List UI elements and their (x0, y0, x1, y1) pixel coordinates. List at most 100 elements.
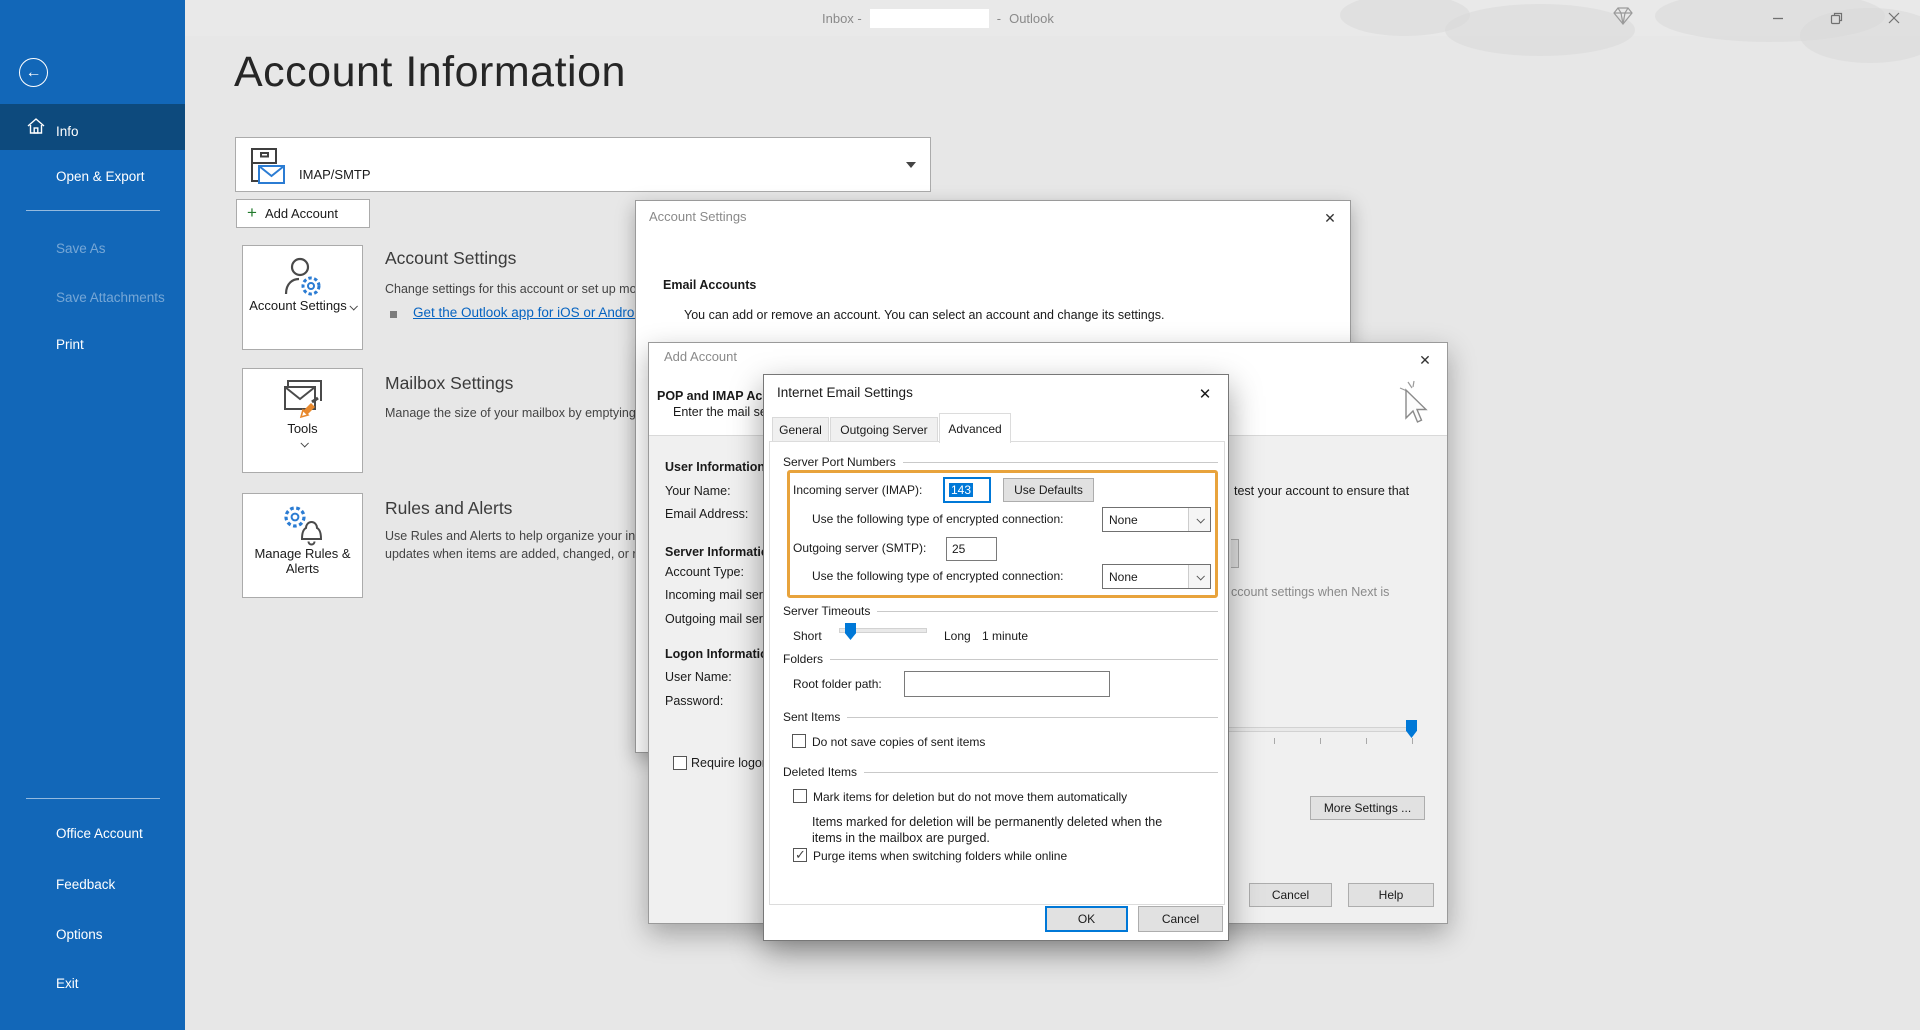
dialog-title: Add Account (664, 349, 737, 364)
dropdown-value: None (1109, 513, 1138, 527)
server-information-label: Server Information (665, 545, 776, 559)
dialog-title: Account Settings (649, 209, 747, 224)
window-title-prefix: Inbox - (822, 11, 862, 26)
page-title: Account Information (234, 48, 626, 97)
close-button[interactable] (1881, 5, 1907, 31)
outgoing-port-input[interactable]: 25 (946, 537, 997, 561)
slider-tick (1412, 738, 1413, 744)
incoming-server-label: Incoming server (IMAP): (793, 483, 922, 497)
close-icon[interactable]: ✕ (1194, 383, 1216, 405)
chevron-down-icon (300, 439, 308, 447)
your-name-label: Your Name: (665, 484, 731, 498)
sidebar-item-options[interactable]: Options (56, 927, 103, 942)
input-value: 25 (952, 542, 965, 556)
tab-general[interactable]: General (772, 417, 829, 442)
email-accounts-heading: Email Accounts (663, 278, 756, 292)
group-caption: Server Timeouts (783, 604, 870, 618)
card-label: Tools (287, 421, 317, 436)
section-heading: Mailbox Settings (385, 373, 513, 394)
sidebar-item-save-as: Save As (56, 241, 106, 256)
chevron-down-icon (1188, 508, 1210, 531)
add-account-button[interactable]: + Add Account (236, 199, 370, 228)
back-button[interactable]: ← (19, 58, 48, 87)
tab-advanced[interactable]: Advanced (939, 413, 1011, 443)
dropdown-caret-icon (906, 162, 916, 168)
manage-rules-card[interactable]: Manage Rules & Alerts (242, 493, 363, 598)
sidebar-item-office-account[interactable]: Office Account (56, 826, 143, 841)
require-spa-checkbox[interactable] (673, 756, 687, 770)
dialog-title: Internet Email Settings (777, 385, 913, 400)
email-address-label: Email Address: (665, 507, 748, 521)
group-caption: Folders (783, 652, 823, 666)
password-label: Password: (665, 694, 723, 708)
restore-button[interactable] (1823, 5, 1849, 31)
group-caption: Deleted Items (783, 765, 857, 779)
root-folder-input[interactable] (904, 671, 1110, 697)
account-settings-card[interactable]: Account Settings (242, 245, 363, 350)
outgoing-encryption-dropdown[interactable]: None (1102, 564, 1211, 589)
window-title-app: Outlook (1009, 11, 1054, 26)
card-label: Manage Rules & Alerts (243, 546, 362, 576)
bullet-icon (390, 311, 397, 318)
test-account-settings-button[interactable] (1231, 539, 1239, 568)
ok-button[interactable]: OK (1045, 906, 1128, 932)
sidebar-item-info[interactable]: Info (56, 124, 79, 139)
close-icon[interactable]: ✕ (1415, 350, 1435, 370)
sidebar-item-exit[interactable]: Exit (56, 976, 79, 991)
use-defaults-button[interactable]: Use Defaults (1003, 478, 1094, 502)
slider-tick (1366, 738, 1367, 744)
titlebar: Inbox - - Outlook (0, 0, 1920, 36)
group-folders: Folders (783, 652, 1218, 666)
cancel-button[interactable]: Cancel (1249, 883, 1332, 907)
account-settings-icon (281, 256, 325, 298)
watermark-cloud (1445, 4, 1635, 56)
account-type-label: Account Type: (665, 565, 744, 579)
sidebar-divider (26, 798, 160, 799)
rules-alerts-icon (280, 504, 326, 546)
section-heading: Account Settings (385, 248, 516, 269)
sidebar-item-open-export[interactable]: Open & Export (56, 169, 145, 184)
close-icon[interactable]: ✕ (1320, 208, 1340, 228)
section-body: Use Rules and Alerts to help organize yo… (385, 529, 675, 543)
autotest-text: ccount settings when Next is (1231, 585, 1389, 599)
chevron-down-icon (349, 302, 357, 310)
window-title: Inbox - - Outlook (822, 9, 1054, 28)
group-caption: Server Port Numbers (783, 455, 896, 469)
root-folder-label: Root folder path: (793, 677, 882, 691)
tools-icon (281, 379, 325, 421)
account-selector-value: IMAP/SMTP (299, 167, 371, 182)
minimize-button[interactable] (1765, 5, 1791, 31)
test-account-text: test your account to ensure that (1234, 484, 1409, 498)
incoming-encryption-label: Use the following type of encrypted conn… (812, 512, 1063, 526)
chevron-down-icon (1188, 565, 1210, 588)
sidebar-item-save-attachments: Save Attachments (56, 290, 165, 305)
purge-items-checkbox[interactable] (793, 848, 807, 862)
mouse-cursor (1398, 380, 1432, 437)
get-outlook-app-link[interactable]: Get the Outlook app for iOS or Android. (413, 305, 649, 320)
mark-deletion-checkbox[interactable] (793, 789, 807, 803)
redacted-account-name (870, 9, 989, 28)
slider-tick (1320, 738, 1321, 744)
outlook-window: Inbox - - Outlook ← (0, 0, 1920, 1030)
cancel-button[interactable]: Cancel (1138, 906, 1223, 932)
account-selector-dropdown[interactable]: IMAP/SMTP (235, 137, 931, 192)
offline-mail-slider-thumb[interactable] (1406, 720, 1417, 738)
sidebar-item-feedback[interactable]: Feedback (56, 877, 115, 892)
sidebar-divider (26, 210, 160, 211)
incoming-port-input[interactable]: 143 (943, 477, 991, 503)
card-label: Account Settings (249, 298, 356, 313)
tools-card[interactable]: Tools (242, 368, 363, 473)
add-account-label: Add Account (265, 206, 338, 221)
sidebar-item-print[interactable]: Print (56, 337, 84, 352)
home-icon (26, 117, 46, 140)
group-server-timeouts: Server Timeouts (783, 604, 1218, 618)
deletion-note: items in the mailbox are purged. (812, 831, 990, 845)
plus-icon: + (247, 203, 257, 223)
more-settings-button[interactable]: More Settings ... (1310, 796, 1425, 820)
incoming-encryption-dropdown[interactable]: None (1102, 507, 1211, 532)
tab-outgoing-server[interactable]: Outgoing Server (830, 417, 938, 442)
logon-information-label: Logon Information (665, 647, 775, 661)
deletion-note: Items marked for deletion will be perman… (812, 815, 1162, 829)
sent-items-checkbox[interactable] (792, 734, 806, 748)
help-button[interactable]: Help (1348, 883, 1434, 907)
